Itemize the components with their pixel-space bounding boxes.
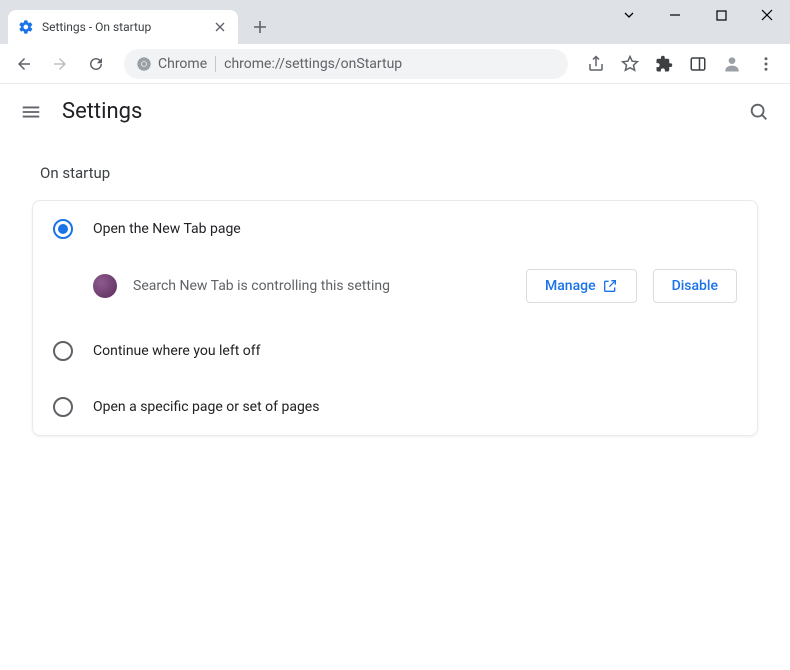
maximize-button[interactable]: [698, 0, 744, 30]
address-url: chrome://settings/onStartup: [224, 56, 402, 72]
section-title: On startup: [40, 164, 758, 182]
window-controls: [606, 0, 790, 30]
disable-button[interactable]: Disable: [653, 269, 737, 303]
site-info-chip[interactable]: Chrome: [136, 56, 207, 72]
chrome-logo-icon: [136, 56, 152, 72]
close-window-button[interactable]: [744, 0, 790, 30]
option-label: Continue where you left off: [93, 343, 261, 359]
option-continue[interactable]: Continue where you left off: [33, 323, 757, 379]
manage-button[interactable]: Manage: [526, 269, 637, 303]
address-separator: [215, 56, 216, 72]
browser-toolbar: Chrome chrome://settings/onStartup: [0, 44, 790, 84]
hamburger-menu-icon[interactable]: [20, 101, 42, 123]
chevron-down-icon[interactable]: [606, 0, 652, 30]
disable-button-label: Disable: [672, 278, 718, 294]
reload-button[interactable]: [80, 48, 112, 80]
site-chip-label: Chrome: [158, 56, 207, 72]
titlebar: Settings - On startup: [0, 0, 790, 44]
back-button[interactable]: [8, 48, 40, 80]
open-external-icon: [602, 278, 618, 294]
option-label: Open a specific page or set of pages: [93, 399, 319, 415]
new-tab-button[interactable]: [246, 13, 274, 41]
address-bar[interactable]: Chrome chrome://settings/onStartup: [124, 49, 568, 79]
share-icon[interactable]: [580, 48, 612, 80]
extension-notice-text: Search New Tab is controlling this setti…: [133, 278, 510, 294]
option-specific-pages[interactable]: Open a specific page or set of pages: [33, 379, 757, 435]
option-new-tab[interactable]: Open the New Tab page: [33, 201, 757, 257]
bookmark-star-icon[interactable]: [614, 48, 646, 80]
extension-icon: [93, 274, 117, 298]
manage-button-label: Manage: [545, 278, 596, 294]
option-label: Open the New Tab page: [93, 221, 241, 237]
tab-close-icon[interactable]: [212, 19, 228, 35]
side-panel-icon[interactable]: [682, 48, 714, 80]
extensions-icon[interactable]: [648, 48, 680, 80]
browser-tab[interactable]: Settings - On startup: [8, 10, 238, 44]
tab-title: Settings - On startup: [42, 20, 204, 34]
startup-options-card: Open the New Tab page Search New Tab is …: [32, 200, 758, 436]
settings-header: Settings: [0, 84, 790, 140]
profile-avatar-icon[interactable]: [716, 48, 748, 80]
radio-specific[interactable]: [53, 397, 73, 417]
search-icon[interactable]: [748, 101, 770, 123]
settings-gear-icon: [18, 19, 34, 35]
extension-control-notice: Search New Tab is controlling this setti…: [33, 257, 757, 323]
kebab-menu-icon[interactable]: [750, 48, 782, 80]
settings-content: On startup Open the New Tab page Search …: [0, 140, 790, 460]
minimize-button[interactable]: [652, 0, 698, 30]
radio-continue[interactable]: [53, 341, 73, 361]
forward-button: [44, 48, 76, 80]
radio-new-tab[interactable]: [53, 219, 73, 239]
page-title: Settings: [62, 99, 142, 124]
